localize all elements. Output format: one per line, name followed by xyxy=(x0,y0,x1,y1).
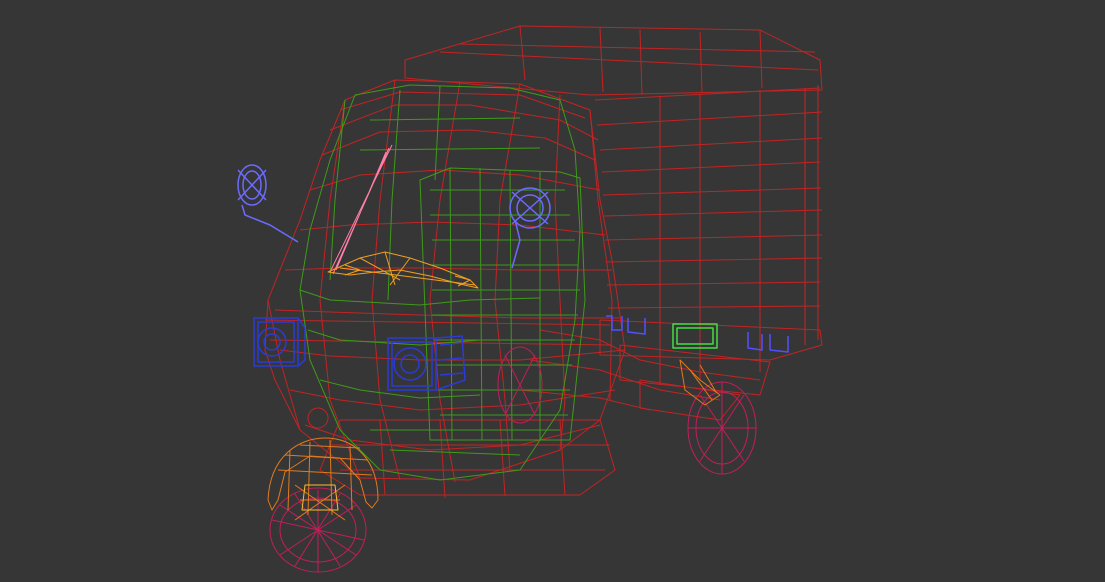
license-plate-wireframe xyxy=(672,323,718,349)
front-wheel-wireframe xyxy=(267,437,379,573)
handlebar-wireframe xyxy=(327,251,479,289)
wireframe-canvas xyxy=(237,25,823,573)
rear-wheel-wireframe xyxy=(679,359,757,475)
right-taillight-wireframe xyxy=(747,332,789,353)
inner-rear-wheel-wireframe xyxy=(497,346,543,424)
wiper-wireframe xyxy=(329,144,393,275)
3d-viewport[interactable] xyxy=(0,0,1105,582)
cabin-shell-wireframe xyxy=(264,79,761,499)
left-mirror-wireframe xyxy=(237,164,299,243)
cabin-interior-wireframe xyxy=(299,84,586,481)
